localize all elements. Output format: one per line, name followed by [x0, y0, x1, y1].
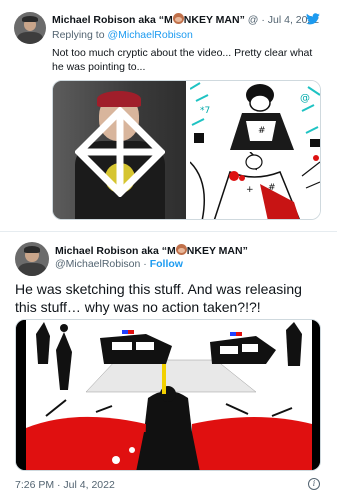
media-grid[interactable]: # *7 @ + #: [52, 80, 321, 220]
author-avatar[interactable]: [15, 242, 49, 276]
monkey-emoji-icon: [175, 244, 187, 255]
author-handle[interactable]: @MichaelRobison: [55, 258, 140, 270]
info-icon[interactable]: i: [308, 478, 320, 490]
quoted-tweet[interactable]: Michael Robison aka “M NKEY MAN” @ · Jul …: [0, 0, 337, 232]
twitter-bird-icon[interactable]: [306, 13, 320, 25]
follow-button[interactable]: Follow: [150, 258, 183, 270]
handle-line: @MichaelRobison · Follow: [55, 258, 183, 270]
tweet-text: Not too much cryptic about the video... …: [52, 47, 313, 73]
tweet-text: He was sketching this stuff. And was rel…: [15, 281, 302, 315]
media-drawing[interactable]: [15, 319, 321, 471]
svg-text:#: #: [268, 183, 276, 193]
author-avatar[interactable]: [14, 12, 46, 44]
svg-text:#: #: [258, 126, 266, 136]
media-photo-person[interactable]: [53, 81, 186, 219]
monkey-emoji-icon: [172, 13, 184, 24]
svg-text:+: +: [246, 185, 254, 195]
svg-text:@: @: [300, 93, 310, 104]
author-handle[interactable]: @: [248, 14, 259, 26]
octahedron-symbol-icon: [75, 107, 165, 197]
svg-text:*7: *7: [200, 106, 210, 116]
media-sketch-top[interactable]: # *7 @: [188, 81, 320, 150]
main-tweet: Michael Robison aka “M NKEY MAN” @Michael…: [0, 232, 337, 500]
tweet-timestamp[interactable]: 7:26 PM · Jul 4, 2022: [15, 479, 115, 491]
author-name[interactable]: Michael Robison aka “M NKEY MAN”: [55, 244, 248, 257]
author-name[interactable]: Michael Robison aka “M NKEY MAN”: [52, 13, 245, 26]
replying-to: Replying to @MichaelRobison: [52, 29, 193, 41]
media-sketch-bottom[interactable]: + #: [188, 152, 320, 219]
author-line: Michael Robison aka “M NKEY MAN” @ · Jul …: [52, 13, 319, 26]
reply-mention-link[interactable]: @MichaelRobison: [107, 29, 192, 41]
